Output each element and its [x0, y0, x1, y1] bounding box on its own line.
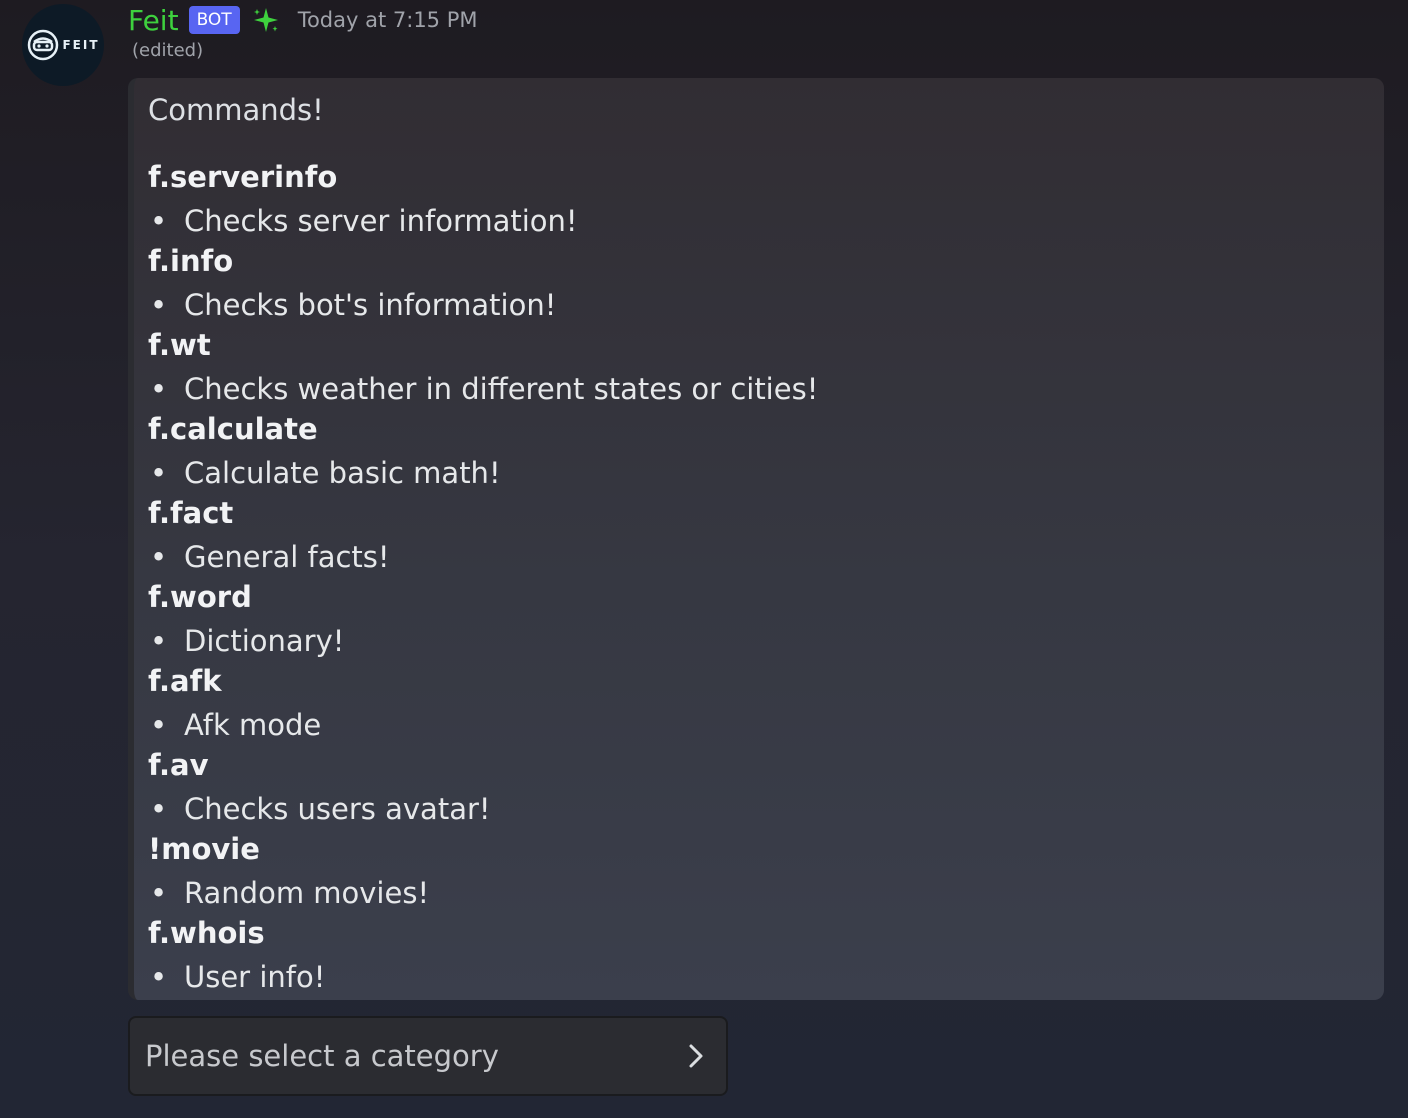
command-name: f.av [148, 748, 209, 782]
bullet: • [150, 204, 168, 238]
command-description-text: Random movies! [184, 876, 430, 910]
bullet: • [150, 372, 168, 406]
command-description-text: Checks bot's information! [184, 288, 557, 322]
list-item: f.word • Dictionary! [148, 578, 1370, 662]
command-description: • Checks server information! [148, 200, 1370, 242]
command-name: f.serverinfo [148, 160, 338, 194]
command-list: f.serverinfo • Checks server information!… [148, 158, 1370, 998]
robot-face-icon [28, 29, 59, 61]
command-name: f.whois [148, 916, 265, 950]
bullet: • [150, 540, 168, 574]
command-description: • Calculate basic math! [148, 452, 1370, 494]
list-item: !movie • Random movies! [148, 830, 1370, 914]
command-description: • Dictionary! [148, 620, 1370, 662]
list-item: f.whois • User info! [148, 914, 1370, 998]
bullet: • [150, 624, 168, 658]
command-description: • Checks users avatar! [148, 788, 1370, 830]
bullet: • [150, 792, 168, 826]
avatar-logo-text: FEIT [62, 38, 100, 52]
command-description: • Afk mode [148, 704, 1370, 746]
select-placeholder: Please select a category [145, 1039, 499, 1073]
command-description-text: User info! [184, 960, 326, 994]
command-description-text: Dictionary! [184, 624, 345, 658]
command-name: !movie [148, 832, 260, 866]
embed: Commands! f.serverinfo • Checks server in… [128, 78, 1384, 1000]
message-header: Feit BOT Today at 7:15 PM [128, 0, 478, 40]
username[interactable]: Feit [128, 4, 179, 37]
list-item: f.info • Checks bot's information! [148, 242, 1370, 326]
command-description-text: Checks users avatar! [184, 792, 491, 826]
command-name: f.word [148, 580, 252, 614]
chevron-right-icon [666, 1042, 726, 1070]
bot-message: FEIT Feit BOT Today at 7:15 PM (edited) … [0, 0, 1408, 1118]
bullet: • [150, 876, 168, 910]
embed-title: Commands! [148, 93, 324, 127]
bullet: • [150, 960, 168, 994]
command-description-text: Checks weather in different states or ci… [184, 372, 819, 406]
edited-label: (edited) [132, 40, 204, 61]
command-description-text: Checks server information! [184, 204, 578, 238]
sparkle-icon [253, 8, 278, 32]
command-description: • Checks weather in different states or c… [148, 368, 1370, 410]
bot-tag: BOT [188, 6, 240, 34]
category-select[interactable]: Please select a category [128, 1016, 728, 1096]
command-name: f.wt [148, 328, 211, 362]
list-item: f.serverinfo • Checks server information! [148, 158, 1370, 242]
command-name: f.afk [148, 664, 222, 698]
command-name: f.calculate [148, 412, 318, 446]
bullet: • [150, 708, 168, 742]
command-name: f.info [148, 244, 234, 278]
command-description-text: Calculate basic math! [184, 456, 501, 490]
command-description: • General facts! [148, 536, 1370, 578]
command-description: • Checks bot's information! [148, 284, 1370, 326]
list-item: f.calculate • Calculate basic math! [148, 410, 1370, 494]
command-description-text: Afk mode [184, 708, 322, 742]
command-description: • Random movies! [148, 872, 1370, 914]
command-description: • User info! [148, 956, 1370, 998]
command-description-text: General facts! [184, 540, 390, 574]
bullet: • [150, 288, 168, 322]
list-item: f.wt • Checks weather in different states… [148, 326, 1370, 410]
avatar[interactable]: FEIT [22, 4, 104, 86]
bullet: • [150, 456, 168, 490]
list-item: f.fact • General facts! [148, 494, 1370, 578]
list-item: f.afk • Afk mode [148, 662, 1370, 746]
list-item: f.av • Checks users avatar! [148, 746, 1370, 830]
timestamp[interactable]: Today at 7:15 PM [298, 8, 478, 32]
command-name: f.fact [148, 496, 234, 530]
